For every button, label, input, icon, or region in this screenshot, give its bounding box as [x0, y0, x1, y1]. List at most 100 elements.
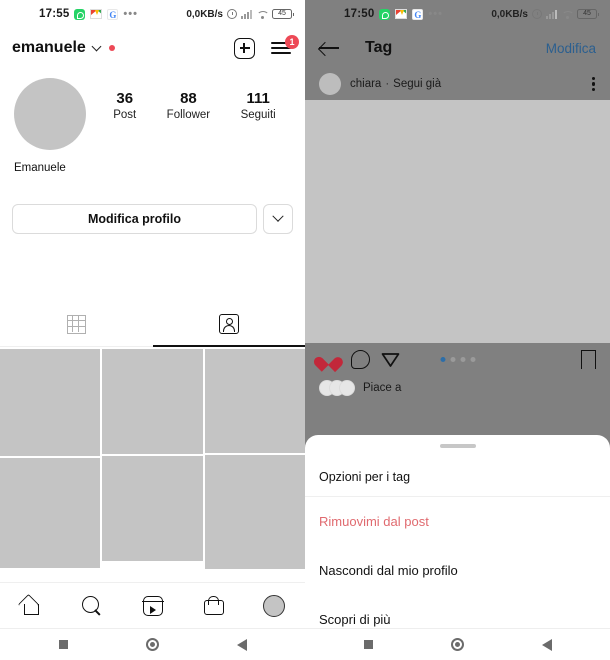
profile-header: emanuele 1	[0, 28, 305, 68]
stat-label: Seguiti	[240, 109, 276, 121]
post-likes-row[interactable]: Piace a	[305, 375, 610, 401]
home-icon[interactable]	[20, 596, 41, 615]
menu-button[interactable]: 1	[271, 35, 299, 56]
kebab-menu-icon[interactable]	[592, 76, 596, 92]
liker-avatars	[319, 380, 355, 396]
status-bar: 17:55 G ••• 0,0KB/s 45	[0, 0, 305, 28]
status-bar-right: 0,0KB/s 45	[186, 8, 294, 20]
network-speed: 0,0KB/s	[186, 8, 223, 20]
add-post-button[interactable]	[234, 37, 255, 59]
photo-tile[interactable]	[0, 458, 101, 568]
photo-tile[interactable]	[102, 456, 203, 561]
status-time: 17:50	[344, 8, 375, 20]
alarm-icon	[532, 9, 542, 19]
stat-followers[interactable]: 88 Follower	[167, 90, 210, 121]
shop-bag-icon[interactable]	[203, 596, 224, 615]
gmail-icon	[395, 9, 408, 19]
photo-tile[interactable]	[102, 349, 203, 454]
sheet-title: Opzioni per i tag	[305, 448, 610, 497]
status-bar-right: 0,0KB/s 45	[491, 8, 599, 20]
home-circle-icon[interactable]	[450, 638, 464, 651]
sheet-item-remove-me[interactable]: Rimuovimi dal post	[305, 497, 610, 546]
liker-avatar	[339, 380, 355, 396]
battery-icon: 45	[577, 9, 599, 19]
profile-tabs	[0, 302, 305, 347]
stat-following[interactable]: 111 Seguiti	[241, 90, 276, 121]
bookmark-icon[interactable]	[581, 349, 596, 369]
network-speed: 0,0KB/s	[491, 8, 528, 20]
separator-dot: ·	[385, 78, 390, 90]
photo-grid	[0, 349, 305, 569]
dual-screenshot: 17:55 G ••• 0,0KB/s 45 emanuele 1 36 Pos…	[0, 0, 610, 660]
overflow-dots-icon: •••	[428, 8, 443, 20]
google-icon: G	[107, 8, 119, 20]
back-triangle-icon[interactable]	[236, 638, 247, 651]
chevron-down-icon[interactable]	[91, 41, 102, 51]
share-icon[interactable]	[381, 350, 400, 369]
stat-label: Post	[113, 109, 137, 121]
status-bar-left: 17:55 G •••	[39, 8, 138, 20]
stat-label: Follower	[166, 109, 211, 121]
post-author-username[interactable]: chiara	[350, 78, 381, 90]
right-phone-tag-screen: 17:50 G ••• 0,0KB/s 45 Tag Modifica chia…	[305, 0, 610, 660]
right-content: 17:50 G ••• 0,0KB/s 45 Tag Modifica chia…	[305, 0, 610, 660]
app-bar: Tag Modifica	[305, 28, 610, 68]
carousel-dots	[440, 356, 475, 362]
profile-button-row: Modifica profilo	[0, 174, 305, 234]
sidebar-item-tagged-tab[interactable]	[152, 302, 306, 347]
whatsapp-icon	[74, 8, 86, 20]
stat-posts[interactable]: 36 Post	[113, 90, 136, 121]
photo-tile[interactable]	[204, 455, 305, 569]
edit-action-button[interactable]: Modifica	[546, 41, 596, 56]
likes-label: Piace a	[363, 382, 402, 394]
heart-icon[interactable]	[319, 350, 338, 368]
overflow-dots-icon: •••	[123, 8, 138, 20]
signal-icon	[546, 9, 557, 19]
bottom-sheet: Opzioni per i tag Rimuovimi dal post Nas…	[305, 435, 610, 628]
status-bar-left: 17:50 G •••	[344, 8, 443, 20]
alarm-icon	[227, 9, 237, 19]
profile-avatar-icon[interactable]	[262, 594, 285, 617]
profile-display-name: Emanuele	[14, 162, 66, 174]
post-author-avatar[interactable]	[319, 73, 341, 95]
left-phone-profile-screen: 17:55 G ••• 0,0KB/s 45 emanuele 1 36 Pos…	[0, 0, 305, 660]
edit-profile-button[interactable]: Modifica profilo	[12, 204, 257, 234]
profile-username[interactable]: emanuele	[12, 39, 86, 57]
carousel-dot	[470, 356, 475, 362]
status-dot	[108, 45, 115, 51]
post-header: chiara · Segui già	[305, 68, 610, 100]
recents-square-icon[interactable]	[58, 640, 68, 649]
profile-stats: 36 Post 88 Follower 111 Seguiti	[98, 90, 291, 121]
stat-value: 88	[180, 90, 197, 107]
sidebar-item-grid-tab[interactable]	[0, 302, 153, 346]
recents-square-icon[interactable]	[363, 640, 373, 649]
photo-tile[interactable]	[0, 349, 101, 456]
back-arrow-icon[interactable]	[319, 41, 341, 55]
wifi-icon	[561, 10, 573, 19]
tagged-person-icon	[218, 314, 239, 334]
home-circle-icon[interactable]	[145, 638, 159, 651]
google-icon: G	[412, 8, 424, 20]
profile-summary: 36 Post 88 Follower 111 Seguiti	[0, 68, 305, 150]
signal-icon	[241, 9, 252, 19]
photo-tile[interactable]	[204, 349, 305, 453]
bottom-nav	[0, 582, 305, 628]
profile-dropdown-button[interactable]	[263, 204, 293, 234]
photo-grid-column	[102, 349, 203, 569]
reels-icon[interactable]	[142, 595, 164, 616]
comment-icon[interactable]	[351, 349, 370, 369]
profile-avatar[interactable]	[14, 78, 86, 150]
page-title: Tag	[365, 39, 393, 56]
carousel-dot	[460, 356, 465, 362]
sheet-item-hide-from-profile[interactable]: Nascondi dal mio profilo	[305, 546, 610, 595]
grid-icon	[66, 314, 86, 334]
post-actions	[305, 343, 610, 375]
photo-grid-column	[0, 349, 101, 569]
post-image[interactable]	[305, 100, 610, 343]
follow-state-label[interactable]: Segui già	[393, 78, 441, 90]
wifi-icon	[256, 10, 268, 19]
search-icon[interactable]	[82, 595, 102, 616]
battery-icon: 45	[272, 9, 294, 19]
whatsapp-icon	[379, 8, 391, 20]
back-triangle-icon[interactable]	[541, 638, 552, 651]
